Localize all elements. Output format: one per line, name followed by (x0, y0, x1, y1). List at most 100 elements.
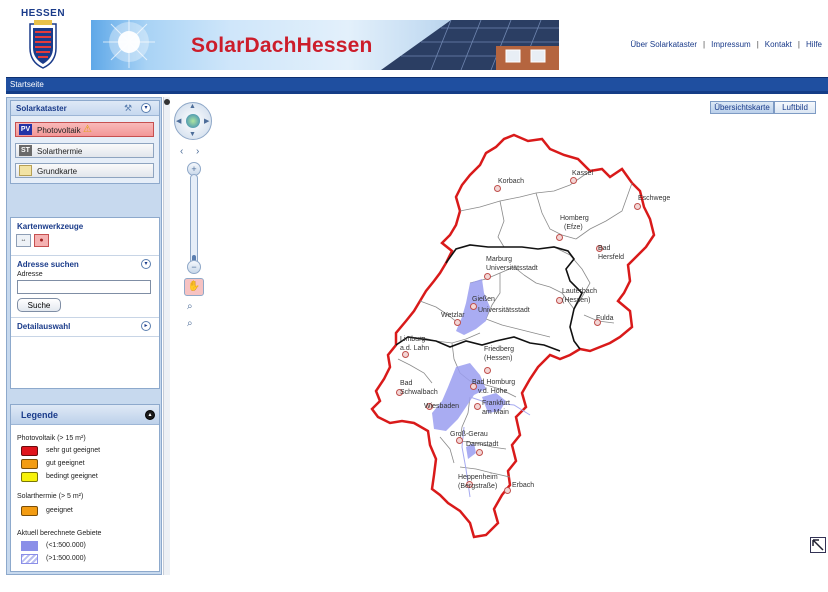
map-label: Korbach (498, 178, 525, 185)
map-label: Frankfurt (482, 400, 511, 407)
layer-label: Grundkarte (37, 167, 78, 176)
divider (11, 255, 159, 256)
breadcrumb-home[interactable]: Startseite (10, 80, 44, 89)
expand-icon[interactable]: ▸ (141, 321, 151, 331)
globe-icon[interactable] (186, 114, 200, 128)
link-help[interactable]: Hilfe (806, 40, 822, 49)
sidebar-scrollbar[interactable] (163, 97, 170, 575)
link-impressum[interactable]: Impressum (711, 40, 751, 49)
pan-down-icon[interactable]: ▼ (189, 131, 196, 138)
tools-icon[interactable]: ⚒ (124, 103, 132, 114)
layer-label: Photovoltaik (37, 126, 81, 135)
collapse-icon[interactable]: ▴ (145, 410, 155, 420)
map-label: Bad (598, 245, 611, 252)
map-label: v.d. Höhe (478, 388, 508, 395)
back-icon[interactable]: ‹ (180, 146, 183, 157)
tools-panel: Kartenwerkzeuge ↔ ● Adresse suchen ▾ Adr… (10, 193, 160, 395)
link-about[interactable]: Über Solarkataster (630, 40, 697, 49)
legend-title: Legende (21, 410, 59, 420)
zoom-slider[interactable] (190, 174, 198, 266)
separator: | (756, 40, 759, 49)
forward-icon[interactable]: › (196, 146, 199, 157)
city-marker[interactable] (634, 203, 641, 210)
tools-title: Kartenwerkzeuge (17, 222, 84, 231)
calc-legend-title: Aktuell berechnete Gebiete (17, 530, 102, 537)
detail-selection-title[interactable]: Detailauswahl (17, 322, 70, 331)
map-label: a.d. Lahn (400, 345, 430, 352)
address-search-title: Adresse suchen (17, 260, 79, 269)
city-marker[interactable] (454, 319, 461, 326)
map-navigation: ▲ ▼ ◀ ▶ ‹ › + − ✋ ⌕ ⌕ (174, 98, 216, 334)
city-marker[interactable] (504, 487, 511, 494)
separator: | (703, 40, 706, 49)
collapse-icon[interactable]: ▾ (141, 103, 151, 113)
legend-label: geeignet (46, 507, 73, 514)
st-legend-title: Solarthermie (> 5 m²) (17, 493, 84, 500)
address-label: Adresse (17, 271, 43, 278)
pan-left-icon[interactable]: ◀ (176, 117, 181, 125)
map-label: (Hessen) (484, 355, 513, 362)
map-label: Bad (400, 380, 413, 387)
city-marker[interactable] (476, 449, 483, 456)
left-sidebar: Solarkataster ⚒ ▾ PV Photovoltaik ⚠ ST S… (6, 97, 162, 575)
layer-label: Solarthermie (37, 147, 83, 156)
legend-label: gut geeignet (46, 460, 85, 467)
zoom-box-out-icon[interactable]: ⌕ (187, 318, 193, 329)
map-view[interactable]: Übersichtskarte Luftbild Korbach Kassel … (170, 97, 828, 575)
solarkataster-panel: Solarkataster ⚒ ▾ PV Photovoltaik ⚠ ST S… (10, 100, 160, 184)
layer-grundkarte[interactable]: Grundkarte (15, 163, 154, 178)
legend-header: Legende ▴ (11, 405, 159, 425)
map-label: Darmstadt (466, 441, 499, 448)
layer-photovoltaik[interactable]: PV Photovoltaik ⚠ (15, 122, 154, 137)
search-button[interactable]: Suche (17, 298, 61, 312)
swatch (21, 446, 38, 456)
swatch (21, 472, 38, 482)
hessen-logo[interactable]: HESSEN (20, 8, 66, 70)
info-tool-icon[interactable]: ● (34, 234, 49, 247)
city-marker[interactable] (474, 403, 481, 410)
divider (11, 317, 159, 318)
city-marker[interactable] (470, 303, 477, 310)
map-label: Friedberg (484, 346, 514, 353)
expand-corner-icon[interactable] (810, 537, 826, 553)
map-label: Kassel (572, 170, 594, 177)
zoom-box-in-icon[interactable]: ⌕ (187, 301, 193, 312)
layer-solarthermie[interactable]: ST Solarthermie (15, 143, 154, 158)
map-label: Universitätsstadt (478, 307, 530, 314)
hessen-map[interactable] (170, 97, 828, 575)
link-contact[interactable]: Kontakt (765, 40, 792, 49)
divider (11, 336, 159, 337)
map-label: Bad Homburg (472, 379, 516, 386)
measure-icon[interactable]: ↔ (16, 234, 31, 247)
map-label: Limburg (400, 336, 426, 343)
city-marker[interactable] (484, 273, 491, 280)
pan-right-icon[interactable]: ▶ (204, 117, 209, 125)
legend-panel: Legende ▴ Photovoltaik (> 15 m²) sehr gu… (10, 404, 160, 572)
pan-control[interactable]: ▲ ▼ ◀ ▶ (174, 102, 212, 140)
city-marker[interactable] (570, 177, 577, 184)
panel-title: Solarkataster (16, 104, 67, 113)
map-label: Eschwege (638, 195, 671, 202)
swatch (21, 541, 38, 551)
pv-icon: PV (19, 124, 32, 135)
map-label: Lauterbach (562, 288, 598, 295)
legend-label: (>1:500.000) (46, 555, 86, 562)
swatch (21, 554, 38, 564)
map-label: Fulda (596, 315, 614, 322)
collapse-icon[interactable]: ▾ (141, 259, 151, 269)
pv-legend-title: Photovoltaik (> 15 m²) (17, 435, 86, 442)
zoom-out-icon[interactable]: − (187, 260, 201, 274)
address-input[interactable] (17, 280, 151, 294)
city-marker[interactable] (494, 185, 501, 192)
pan-up-icon[interactable]: ▲ (189, 103, 196, 110)
city-marker[interactable] (484, 367, 491, 374)
nav-bar: Startseite (6, 77, 828, 94)
city-marker[interactable] (556, 234, 563, 241)
banner: SolarDachHessen (91, 20, 559, 70)
tools-body: Kartenwerkzeuge ↔ ● Adresse suchen ▾ Adr… (10, 217, 160, 389)
map-label: Groß-Gerau (450, 431, 488, 438)
hand-pan-icon[interactable]: ✋ (184, 278, 204, 296)
map-label: Schwalbach (400, 389, 438, 396)
site-title: SolarDachHessen (191, 34, 373, 57)
map-label: Universitätsstadt (486, 265, 538, 272)
